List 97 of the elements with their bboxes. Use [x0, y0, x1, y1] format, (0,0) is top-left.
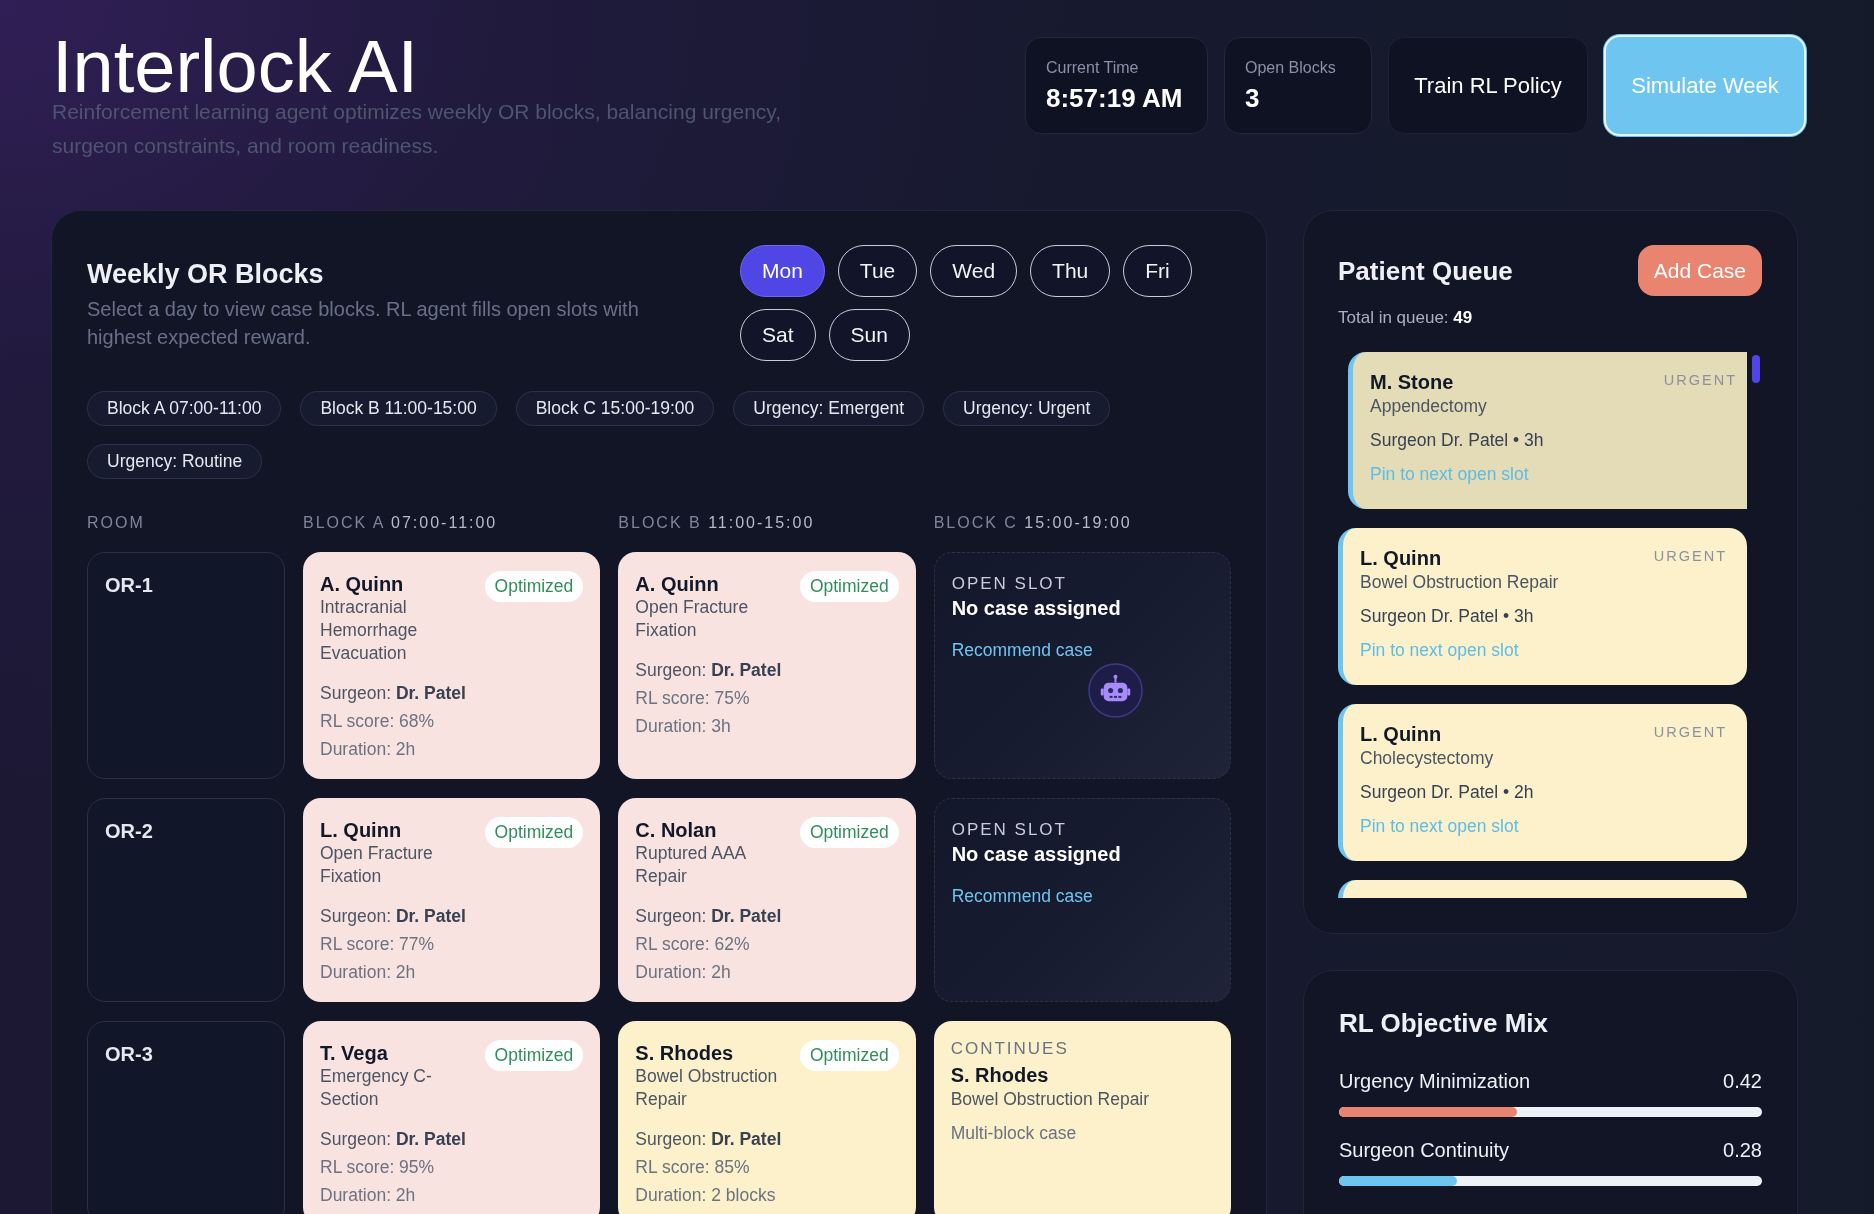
- stat-label: Current Time: [1046, 57, 1140, 78]
- room-name: OR-1: [105, 574, 153, 596]
- column-header: BLOCK A 07:00-11:00: [303, 513, 499, 533]
- case-details: Surgeon Dr. Patel • 2h: [1360, 781, 1535, 804]
- patient-name: A. Quinn: [320, 572, 405, 596]
- duration-text: Duration: 2 blocks: [635, 1184, 777, 1207]
- legend-chip: Urgency: Emergent: [733, 391, 925, 426]
- objective-label: Surgeon Continuity: [1339, 1138, 1510, 1162]
- status-badge: Optimized: [484, 817, 584, 848]
- room-name: OR-2: [105, 820, 153, 842]
- objective-label: Urgency Minimization: [1339, 1069, 1531, 1093]
- surgeon-text: Surgeon: Dr. Patel: [635, 659, 783, 682]
- legend-chip: Block A 07:00-11:00: [87, 391, 282, 426]
- slot-title: No case assigned: [951, 596, 1121, 621]
- patient-name: A. Quinn: [635, 572, 720, 596]
- patient-name: M. Stone: [1370, 370, 1454, 394]
- action-button[interactable]: Train RL Policy: [1388, 37, 1588, 134]
- procedure-text: Intracranial Hemorrhage Evacuation: [320, 596, 419, 665]
- status-badge: Optimized: [799, 571, 899, 602]
- column-header: ROOM: [87, 513, 146, 533]
- objective-value: 0.42: [1723, 1069, 1762, 1093]
- recommend-link[interactable]: Recommend case: [951, 638, 1093, 662]
- day-tab[interactable]: Tue: [837, 245, 918, 297]
- procedure-text: Appendectomy: [1370, 395, 1488, 418]
- urgency-label: URGENT: [1653, 723, 1727, 742]
- score-text: RL score: 77%: [320, 933, 436, 956]
- column-header: BLOCK B 11:00-15:00: [618, 513, 816, 533]
- day-tab[interactable]: Sun: [828, 309, 910, 361]
- procedure-text: Bowel Obstruction Repair: [950, 1088, 1151, 1111]
- score-text: RL score: 95%: [320, 1156, 436, 1179]
- panel-title: RL Objective Mix: [1339, 1007, 1550, 1039]
- stat-value: 8:57:19 AM: [1046, 81, 1184, 114]
- patient-name: L. Quinn: [320, 818, 403, 842]
- procedure-text: Bowel Obstruction Repair: [1360, 571, 1560, 594]
- legend-chip: Block C 15:00-19:00: [515, 391, 715, 426]
- queue-card[interactable]: L. Quinn URGENT Bowel Obstruction Repair Surgeon Dr. Patel • 3h Pin to next open slot: [1338, 528, 1747, 685]
- scrollbar-thumb[interactable]: [1752, 355, 1760, 383]
- procedure-text: Open Fracture Fixation: [635, 596, 750, 642]
- status-badge: Optimized: [484, 1040, 584, 1071]
- duration-text: Duration: 3h: [635, 715, 732, 738]
- patient-name: S. Rhodes: [950, 1063, 1050, 1087]
- queue-card[interactable]: L. Quinn URGENT Cholecystectomy Surgeon Dr. Patel • 2h Pin to next open slot: [1338, 704, 1747, 861]
- duration-text: Duration: 2h: [320, 1184, 417, 1207]
- duration-text: Duration: 2h: [320, 738, 417, 761]
- status-badge: Optimized: [799, 1040, 899, 1071]
- panel-title: Patient Queue: [1338, 254, 1513, 288]
- slot-label: CONTINUES: [950, 1038, 1070, 1060]
- panel-description: Select a day to view case blocks. RL agent fills open slots with highest expected reward.: [87, 297, 640, 350]
- legend-chip: Urgency: Routine: [87, 444, 263, 479]
- column-header: BLOCK C 15:00-19:00: [933, 513, 1133, 533]
- status-badge: Optimized: [484, 571, 584, 602]
- score-text: RL score: 62%: [635, 933, 751, 956]
- queue-card[interactable]: M. Stone URGENT Appendectomy Surgeon Dr. Patel • 3h Pin to next open slot: [1348, 352, 1747, 509]
- legend-chip: Urgency: Urgent: [943, 391, 1111, 426]
- patient-name: C. Nolan: [635, 818, 718, 842]
- panel-title: Weekly OR Blocks: [87, 258, 325, 291]
- procedure-text: Open Fracture Fixation: [320, 842, 434, 888]
- score-text: RL score: 68%: [320, 710, 436, 733]
- duration-text: Duration: 2h: [635, 961, 732, 984]
- urgency-label: URGENT: [1653, 547, 1727, 566]
- stat-label: Open Blocks: [1245, 57, 1337, 78]
- procedure-text: Cholecystectomy: [1360, 747, 1495, 770]
- day-tab[interactable]: Mon: [740, 245, 825, 297]
- procedure-text: Emergency C-Section: [320, 1065, 433, 1111]
- urgency-label: URGENT: [1663, 371, 1737, 390]
- patient-name: T. Vega: [320, 1041, 389, 1065]
- patient-name: L. Quinn: [1360, 722, 1442, 746]
- queue-card[interactable]: [1338, 880, 1747, 898]
- note-text: Multi-block case: [950, 1122, 1078, 1145]
- duration-text: Duration: 2h: [320, 961, 417, 984]
- recommend-link[interactable]: Recommend case: [951, 884, 1093, 908]
- day-tab[interactable]: Wed: [930, 245, 1018, 297]
- day-tab[interactable]: Fri: [1123, 245, 1192, 297]
- queue-total: Total in queue: 49: [1338, 307, 1474, 329]
- case-details: Surgeon Dr. Patel • 3h: [1370, 429, 1545, 452]
- day-tab[interactable]: Sat: [740, 309, 816, 361]
- stat-value: 3: [1245, 81, 1261, 114]
- room-name: OR-3: [105, 1043, 153, 1065]
- slot-label: OPEN SLOT: [951, 819, 1067, 841]
- surgeon-text: Surgeon: Dr. Patel: [635, 905, 783, 928]
- slot-label: OPEN SLOT: [951, 573, 1067, 595]
- procedure-text: Bowel Obstruction Repair: [635, 1065, 779, 1111]
- surgeon-text: Surgeon: Dr. Patel: [320, 905, 467, 928]
- surgeon-text: Surgeon: Dr. Patel: [320, 1128, 467, 1151]
- patient-name: S. Rhodes: [635, 1041, 735, 1065]
- patient-name: L. Quinn: [1360, 546, 1442, 570]
- surgeon-text: Surgeon: Dr. Patel: [635, 1128, 783, 1151]
- score-text: RL score: 85%: [635, 1156, 751, 1179]
- legend-chip: Block B 11:00-15:00: [300, 391, 497, 426]
- day-tab[interactable]: Thu: [1030, 245, 1111, 297]
- surgeon-text: Surgeon: Dr. Patel: [320, 682, 467, 705]
- case-details: Surgeon Dr. Patel • 3h: [1360, 605, 1535, 628]
- objective-value: 0.28: [1723, 1138, 1762, 1162]
- slot-title: No case assigned: [951, 842, 1121, 867]
- procedure-text: Ruptured AAA Repair: [635, 842, 747, 888]
- score-text: RL score: 75%: [635, 687, 751, 710]
- status-badge: Optimized: [799, 817, 899, 848]
